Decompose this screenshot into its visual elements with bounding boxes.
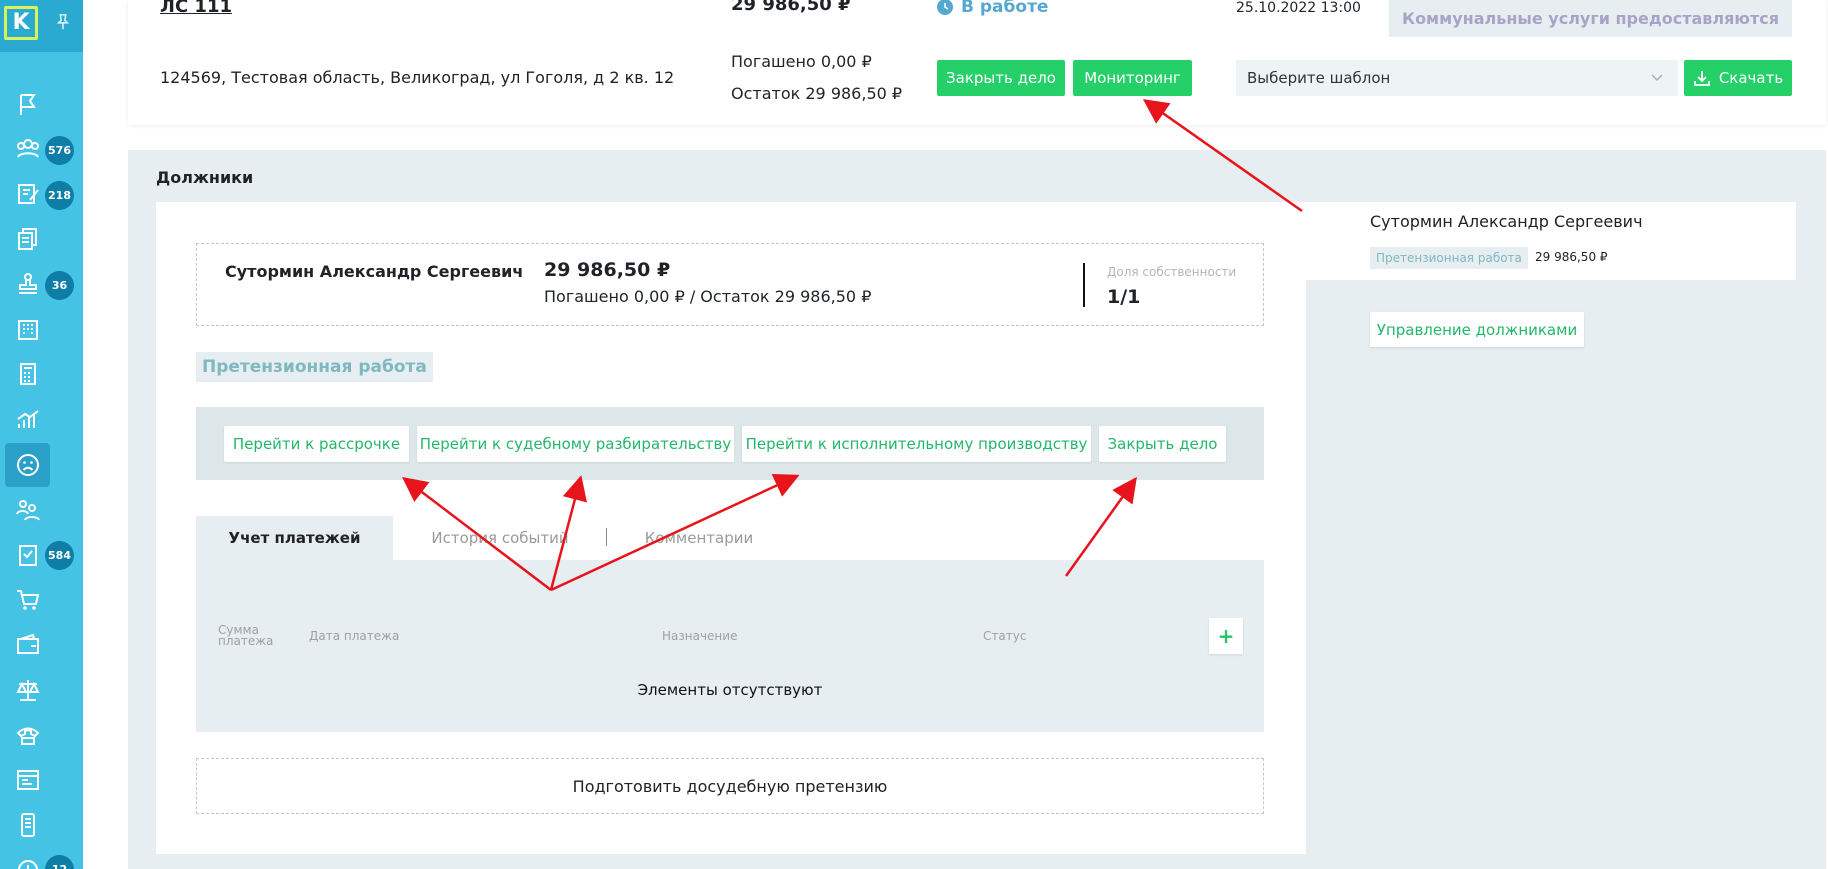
case-date: 25.10.2022 13:00 [1236,0,1361,16]
edit-badge: 218 [45,181,74,210]
stamp-icon [18,273,37,294]
sidebar: K 576 218 36 584 [0,0,83,869]
sidebar-item-calculator[interactable] [5,352,50,396]
sidebar-item-documents[interactable] [5,217,50,261]
ownership-share-label: Доля собственности [1107,265,1237,279]
sidebar-item-mobile[interactable] [5,803,50,847]
sidebar-item-buildings[interactable] [5,307,50,351]
paid-amount: Погашено 0,00 ₽ [731,52,872,71]
app-logo[interactable]: K [4,6,38,40]
sidebar-item-users[interactable] [5,127,50,171]
case-amount: 29 986,50 ₽ [731,0,851,15]
sad-face-icon [16,454,39,476]
sidebar-item-law[interactable] [5,668,50,712]
column-header-sum: Сумма платежа [218,624,274,648]
sidebar-item-cases[interactable] [5,83,50,127]
tasks-badge: 584 [45,541,74,570]
sidebar-item-browser[interactable] [5,758,50,802]
cart-icon [16,590,39,610]
column-header-sum-line2: платежа [218,634,274,648]
edit-document-icon [17,184,39,204]
divider [1083,263,1085,307]
debtor-list-name: Сутормин Александр Сергеевич [1370,212,1643,231]
stage-tag: Претензионная работа [196,352,433,382]
prepare-claim-button[interactable]: Подготовить досудебную претензию [196,758,1264,814]
debtor-list-stage-tag: Претензионная работа [1370,247,1528,269]
pin-icon[interactable] [54,13,72,31]
services-note: Коммунальные услуги предоставляются [1389,0,1792,37]
debtor-list-amount: 29 986,50 ₽ [1535,250,1608,264]
documents-icon [17,228,37,250]
column-header-date: Дата платежа [309,629,400,643]
scales-icon [15,680,40,701]
installment-button[interactable]: Перейти к рассрочке [224,426,409,462]
chart-icon [16,410,39,428]
download-icon [1693,71,1710,86]
template-select-value: Выберите шаблон [1247,69,1391,87]
checklist-icon [18,545,37,566]
empty-state: Элементы отсутствуют [637,681,823,699]
team-icon [15,500,40,521]
column-header-purpose: Назначение [662,629,738,643]
ownership-share-value: 1/1 [1107,286,1141,308]
court-button[interactable]: Перейти к судебному разбирательству [417,426,734,462]
download-button[interactable]: Скачать [1684,60,1792,96]
debtor-summary-box [196,243,1264,326]
status-badge: В работе [937,0,1048,17]
calculator-icon [19,363,36,385]
sidebar-item-debtors[interactable] [5,443,50,487]
debtor-amount: 29 986,50 ₽ [544,259,671,281]
stamp-badge: 36 [45,271,74,300]
mobile-icon [20,813,35,837]
sidebar-item-edit[interactable] [5,172,50,216]
users-icon [16,139,39,158]
tab-events-history[interactable]: История событий [420,516,580,560]
payments-table [196,560,1264,732]
account-number-link[interactable]: ЛС 111 [160,0,232,17]
debtor-name: Сутормин Александр Сергеевич [225,262,524,281]
users-badge: 576 [45,136,74,165]
debtor-paid-rest: Погашено 0,00 ₽ / Остаток 29 986,50 ₽ [544,287,872,306]
close-case-button[interactable]: Закрыть дело [937,60,1065,96]
phone-icon [16,727,39,745]
sidebar-header: K [0,0,83,52]
sidebar-item-analytics[interactable] [5,397,50,441]
building-icon [17,320,38,340]
flag-icon [19,94,36,115]
template-select[interactable]: Выберите шаблон [1236,60,1678,96]
sidebar-item-team[interactable] [5,488,50,532]
add-circle-icon [17,860,38,869]
chevron-down-icon [1650,70,1664,88]
monitoring-button[interactable]: Мониторинг [1073,60,1192,96]
sidebar-item-tasks[interactable] [5,533,50,577]
clock-icon [937,0,953,15]
rest-amount: Остаток 29 986,50 ₽ [731,84,903,103]
wallet-icon [16,633,39,654]
tab-payments[interactable]: Учет платежей [196,516,393,560]
tab-comments[interactable]: Комментарии [630,516,768,560]
manage-debtors-button[interactable]: Управление должниками [1370,312,1584,347]
sidebar-item-calls[interactable] [5,713,50,757]
tab-separator [606,528,607,546]
window-icon [16,770,39,790]
debtors-title: Должники [156,168,254,187]
add-payment-button[interactable]: + [1209,618,1243,654]
sidebar-item-wallet[interactable] [5,623,50,667]
download-label: Скачать [1718,69,1784,87]
column-header-status: Статус [983,629,1027,643]
sidebar-item-stamp[interactable] [5,262,50,306]
sidebar-item-add[interactable] [5,848,50,869]
sidebar-item-shop[interactable] [5,578,50,622]
status-text: В работе [961,0,1049,17]
enforcement-button[interactable]: Перейти к исполнительному производству [742,426,1091,462]
address: 124569, Тестовая область, Великоград, ул… [160,68,675,87]
close-debtor-case-button[interactable]: Закрыть дело [1099,426,1226,462]
